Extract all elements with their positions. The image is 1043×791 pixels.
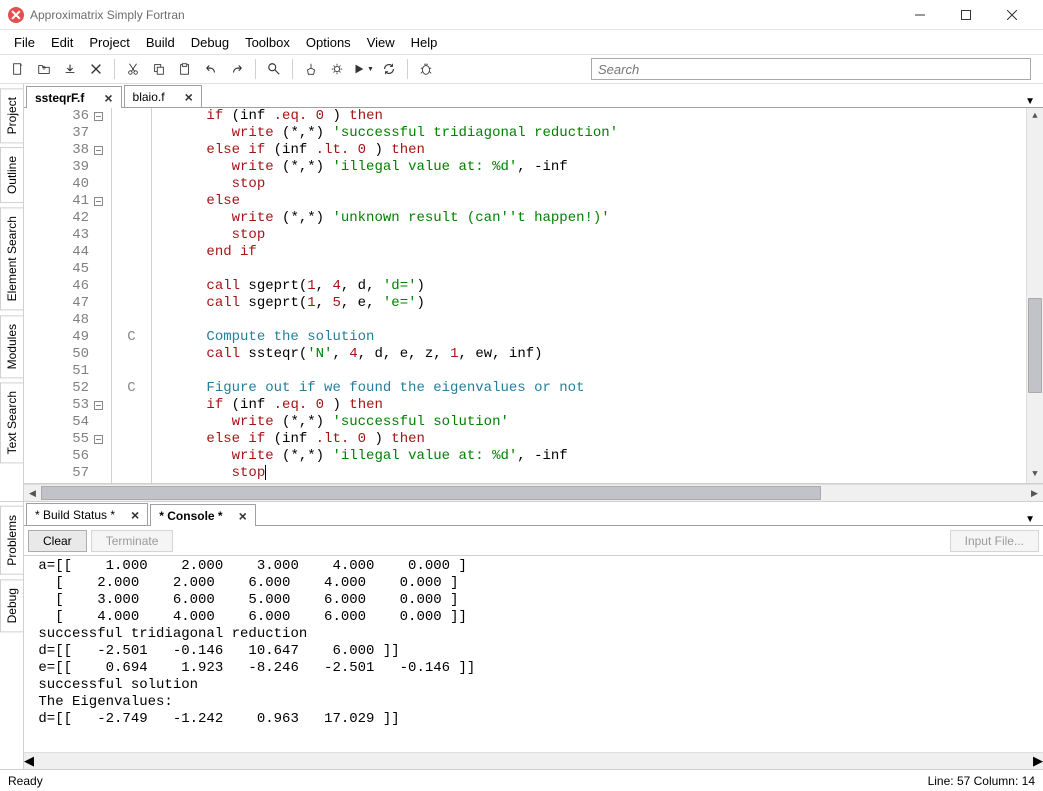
- side-tab-text-search[interactable]: Text Search: [0, 382, 23, 463]
- hscroll-thumb[interactable]: [41, 486, 821, 500]
- separator: [114, 59, 115, 79]
- side-tab-element-search[interactable]: Element Search: [0, 207, 23, 310]
- clean-icon[interactable]: [299, 57, 323, 81]
- run-icon[interactable]: ▼: [351, 57, 375, 81]
- fold-icon[interactable]: [94, 197, 103, 206]
- refresh-icon[interactable]: [377, 57, 401, 81]
- search-box[interactable]: [591, 58, 1031, 80]
- fold-icon[interactable]: [94, 401, 103, 410]
- scroll-left-icon[interactable]: ◀: [24, 753, 34, 769]
- bottom-content: * Build Status * × * Console * × ▼ Clear Ter…: [24, 502, 1043, 769]
- app-icon: [8, 7, 24, 23]
- cursor-position: Line: 57 Column: 14: [928, 774, 1035, 788]
- bottom-panel: ProblemsDebug * Build Status *×* Console…: [0, 501, 1043, 769]
- open-icon[interactable]: [32, 57, 56, 81]
- console-toolbar: Clear Terminate Input File...: [24, 526, 1043, 556]
- maximize-button[interactable]: [943, 0, 989, 30]
- scroll-down-icon[interactable]: ▼: [1027, 466, 1043, 483]
- side-tab-modules[interactable]: Modules: [0, 315, 23, 378]
- app-title: Approximatrix Simply Fortran: [30, 8, 897, 22]
- file-tab-label: ssteqrF.f: [35, 91, 84, 105]
- file-tab[interactable]: ssteqrF.f ×: [26, 86, 122, 108]
- bottom-tabs-overflow-icon[interactable]: ▼: [1017, 514, 1043, 525]
- tabs-overflow-icon[interactable]: ▼: [1017, 96, 1043, 107]
- code-editor[interactable]: 3637383940414243444546474849505152535455…: [24, 108, 1043, 484]
- separator: [255, 59, 256, 79]
- side-dock-left: Project Outline Element Search Modules Text …: [0, 84, 24, 501]
- bottom-tab[interactable]: * Build Status * ×: [26, 503, 148, 525]
- menu-view[interactable]: View: [359, 32, 403, 53]
- menu-help[interactable]: Help: [403, 32, 446, 53]
- close-icon[interactable]: ×: [239, 509, 247, 523]
- console-hscrollbar[interactable]: ◀ ▶: [24, 752, 1043, 769]
- menu-build[interactable]: Build: [138, 32, 183, 53]
- scroll-up-icon[interactable]: ▲: [1027, 108, 1043, 125]
- close-button[interactable]: [989, 0, 1035, 30]
- status-text: Ready: [8, 774, 43, 788]
- side-tab-problems[interactable]: Problems: [0, 506, 23, 575]
- debug-icon[interactable]: [414, 57, 438, 81]
- new-file-icon[interactable]: [6, 57, 30, 81]
- scroll-left-icon[interactable]: ◀: [24, 488, 41, 499]
- fold-icon[interactable]: [94, 112, 103, 121]
- hscroll-track[interactable]: [41, 485, 1026, 501]
- minimize-button[interactable]: [897, 0, 943, 30]
- input-file-button[interactable]: Input File...: [950, 530, 1039, 552]
- line-number-gutter: 3637383940414243444546474849505152535455…: [24, 108, 112, 483]
- bottom-tab-label: * Console *: [159, 509, 222, 523]
- scroll-right-icon[interactable]: ▶: [1026, 488, 1043, 499]
- menubar: FileEditProjectBuildDebugToolboxOptionsV…: [0, 30, 1043, 54]
- horizontal-scrollbar[interactable]: ◀ ▶: [24, 484, 1043, 501]
- side-tab-project[interactable]: Project: [0, 88, 23, 143]
- console-output[interactable]: a=[[ 1.000 2.000 3.000 4.000 0.000 ] [ 2…: [24, 556, 1043, 752]
- save-icon[interactable]: [58, 57, 82, 81]
- menu-project[interactable]: Project: [81, 32, 137, 53]
- menu-debug[interactable]: Debug: [183, 32, 237, 53]
- menu-options[interactable]: Options: [298, 32, 359, 53]
- clear-button[interactable]: Clear: [28, 530, 87, 552]
- window-controls: [897, 0, 1035, 30]
- scrollbar-thumb[interactable]: [1028, 298, 1042, 393]
- statusbar: Ready Line: 57 Column: 14: [0, 769, 1043, 791]
- file-tab[interactable]: blaio.f ×: [124, 85, 202, 107]
- copy-icon[interactable]: [147, 57, 171, 81]
- scroll-right-icon[interactable]: ▶: [1033, 753, 1043, 769]
- file-tab-label: blaio.f: [133, 90, 165, 104]
- code-margin: CC: [112, 108, 152, 483]
- vertical-scrollbar[interactable]: ▲ ▼: [1026, 108, 1043, 483]
- close-icon[interactable]: ×: [185, 90, 193, 104]
- find-icon[interactable]: [262, 57, 286, 81]
- fold-icon[interactable]: [94, 435, 103, 444]
- bottom-tab[interactable]: * Console * ×: [150, 504, 256, 526]
- menu-file[interactable]: File: [6, 32, 43, 53]
- close-icon[interactable]: ×: [104, 91, 112, 105]
- separator: [407, 59, 408, 79]
- bottom-tabs: * Build Status * × * Console * × ▼: [24, 502, 1043, 526]
- redo-icon[interactable]: [225, 57, 249, 81]
- cut-icon[interactable]: [121, 57, 145, 81]
- fold-icon[interactable]: [94, 146, 103, 155]
- close-icon[interactable]: ×: [131, 508, 139, 522]
- separator: [292, 59, 293, 79]
- side-dock-bottom: Problems Debug: [0, 502, 24, 769]
- build-icon[interactable]: [325, 57, 349, 81]
- side-tab-debug[interactable]: Debug: [0, 579, 23, 632]
- undo-icon[interactable]: [199, 57, 223, 81]
- text-cursor: [265, 465, 266, 480]
- menu-toolbox[interactable]: Toolbox: [237, 32, 298, 53]
- editor-area: ssteqrF.f × blaio.f × ▼ 36373839404142434445…: [24, 84, 1043, 501]
- file-tabs: ssteqrF.f × blaio.f × ▼: [24, 84, 1043, 108]
- search-input[interactable]: [591, 58, 1031, 80]
- main-area: Project Outline Element Search Modules Text …: [0, 84, 1043, 501]
- code-content[interactable]: if (inf .eq. 0 ) then write (*,*) 'succe…: [152, 108, 1026, 483]
- menu-edit[interactable]: Edit: [43, 32, 81, 53]
- toolbar: ▼: [0, 54, 1043, 84]
- terminate-button[interactable]: Terminate: [91, 530, 174, 552]
- side-tab-outline[interactable]: Outline: [0, 147, 23, 203]
- paste-icon[interactable]: [173, 57, 197, 81]
- delete-icon[interactable]: [84, 57, 108, 81]
- titlebar: Approximatrix Simply Fortran: [0, 0, 1043, 30]
- bottom-tab-label: * Build Status *: [35, 508, 115, 522]
